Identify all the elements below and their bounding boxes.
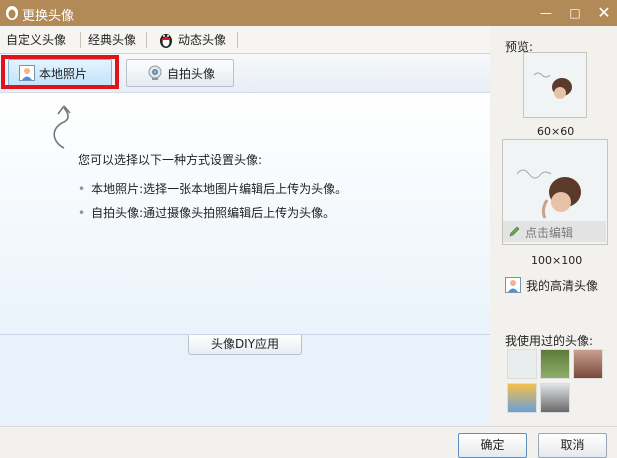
- bullet-local-photo: • 本地照片:选择一张本地图片编辑后上传为头像。: [78, 180, 347, 197]
- tab-divider: [237, 32, 238, 48]
- selfie-avatar-button[interactable]: 自拍头像: [126, 59, 234, 87]
- close-button[interactable]: ✕: [591, 0, 617, 26]
- avatar-diy-app-button[interactable]: 头像DIY应用: [188, 335, 302, 355]
- preview-60-size: 60×60: [537, 125, 575, 138]
- avatar-photo: [524, 53, 586, 117]
- click-to-edit-label: 点击编辑: [525, 226, 574, 240]
- preview-60-image: [523, 52, 587, 118]
- window-title: 更换头像: [22, 9, 75, 24]
- preview-100-size: 100×100: [531, 254, 583, 267]
- used-avatar-thumb[interactable]: [507, 349, 537, 379]
- qq-penguin-icon: [6, 6, 18, 20]
- upload-method-toolbar: 本地照片 自拍头像: [0, 54, 490, 93]
- minimize-button[interactable]: —: [533, 0, 559, 26]
- tab-classic-avatar[interactable]: 经典头像: [88, 27, 136, 53]
- selection-highlight: [1, 55, 119, 89]
- used-avatar-thumb[interactable]: [573, 349, 603, 379]
- animated-penguin-icon: [160, 34, 172, 48]
- cancel-button[interactable]: 取消: [538, 433, 607, 458]
- avatar-tab-bar: 自定义头像 经典头像 动态头像: [0, 27, 490, 54]
- tab-custom-avatar[interactable]: 自定义头像: [6, 27, 66, 53]
- bullet-dot: •: [78, 206, 86, 220]
- tab-divider: [80, 32, 81, 48]
- used-avatar-thumb[interactable]: [540, 349, 570, 379]
- pencil-icon: [509, 226, 520, 237]
- bullet-dot: •: [78, 182, 86, 196]
- title-bar: 更换头像 — □ ✕: [0, 0, 617, 26]
- selfie-avatar-label: 自拍头像: [167, 67, 216, 81]
- tab-divider: [146, 32, 147, 48]
- tab-animated-avatar[interactable]: 动态头像: [178, 27, 226, 53]
- hd-avatar-icon[interactable]: [505, 277, 521, 293]
- webcam-icon: [148, 65, 162, 80]
- ok-button[interactable]: 确定: [458, 433, 527, 458]
- maximize-button[interactable]: □: [562, 0, 588, 26]
- click-to-edit-bar[interactable]: 点击编辑: [503, 221, 606, 242]
- instruction-text: 您可以选择以下一种方式设置头像:: [78, 153, 263, 167]
- used-avatar-thumb[interactable]: [540, 383, 570, 413]
- my-hd-avatar-link[interactable]: 我的高清头像: [526, 277, 598, 294]
- bullet-selfie: • 自拍头像:通过摄像头拍照编辑后上传为头像。: [78, 204, 335, 221]
- used-avatars-label: 我使用过的头像:: [505, 334, 594, 348]
- bullet-text: 本地照片:选择一张本地图片编辑后上传为头像。: [91, 182, 348, 196]
- curved-arrow-icon: [53, 105, 71, 149]
- used-avatar-thumb[interactable]: [507, 383, 537, 413]
- bullet-text: 自拍头像:通过摄像头拍照编辑后上传为头像。: [91, 206, 336, 220]
